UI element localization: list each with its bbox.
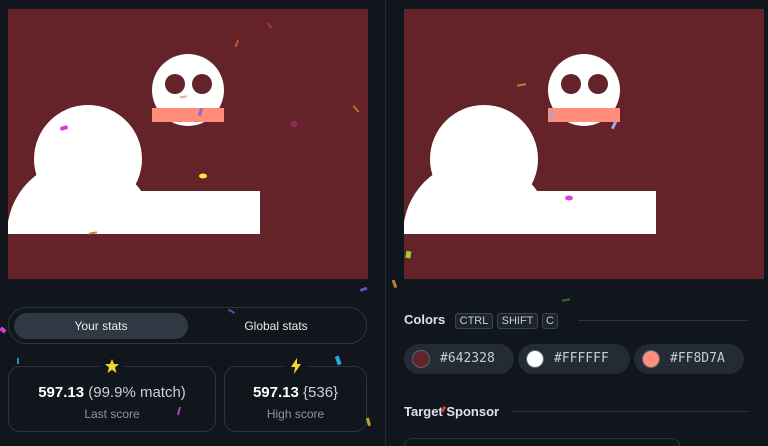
color-hex: #FFFFFF [554,351,609,366]
high-score-label: High score [266,407,325,421]
tab-your-stats[interactable]: Your stats [14,313,188,339]
color-hex: #642328 [440,351,495,366]
last-score-value: 597.13 (99.9% match) [9,384,215,401]
color-dot [412,350,430,368]
left-panel: Your stats Global stats 597.13 (99.9% ma… [0,0,385,446]
sponsor-box [404,438,680,446]
snowman-bottom-fill [116,191,260,234]
color-hex: #FF8D7A [670,351,725,366]
snowman-target-drawing [404,54,764,279]
high-score-number: 597.13 [252,384,299,401]
stats-tabs: Your stats Global stats [8,307,367,344]
snowman-right-eye [192,74,212,94]
target-snowman-scarf [548,108,620,122]
tab-global-stats[interactable]: Global stats [189,313,363,339]
last-score-card: 597.13 (99.9% match) Last score [8,356,216,432]
target-canvas [404,9,764,279]
last-score-match: (99.9% match) [88,384,186,401]
target-snowman-base-cut [404,234,764,279]
snowman-output-drawing [8,54,368,279]
sponsor-divider-line [512,411,748,412]
last-score-number: 597.13 [38,384,85,401]
target-snowman-bottom-fill [512,191,656,234]
high-score-card: 597.13 {536} High score [224,356,367,432]
right-panel: Colors CTRL SHIFT C #642328 #FFFFFF #FF8… [386,0,768,446]
shortcut-key-c: C [542,313,558,329]
target-sponsor-title: Target Sponsor [404,404,500,419]
color-swatch-ff8d7a[interactable]: #FF8D7A [634,344,744,374]
snowman-left-eye [165,74,185,94]
star-icon [100,356,124,376]
colors-title: Colors [404,312,446,327]
color-dot [526,350,544,368]
shortcut-key-ctrl: CTRL [455,313,493,329]
color-dot [642,350,660,368]
high-score-rank: {536} [303,384,339,401]
snowman-base-cut [8,234,368,279]
high-score-value: 597.13 {536} [225,384,366,401]
snowman-scarf [152,108,224,122]
shortcut-key-shift: SHIFT [497,313,538,329]
color-swatch-ffffff[interactable]: #FFFFFF [518,344,630,374]
last-score-label: Last score [84,407,140,421]
output-canvas [8,9,368,279]
colors-divider-line [578,320,748,321]
color-swatch-642328[interactable]: #642328 [404,344,514,374]
target-snowman-left-eye [561,74,581,94]
target-snowman-right-eye [588,74,608,94]
lightning-icon [283,356,308,376]
